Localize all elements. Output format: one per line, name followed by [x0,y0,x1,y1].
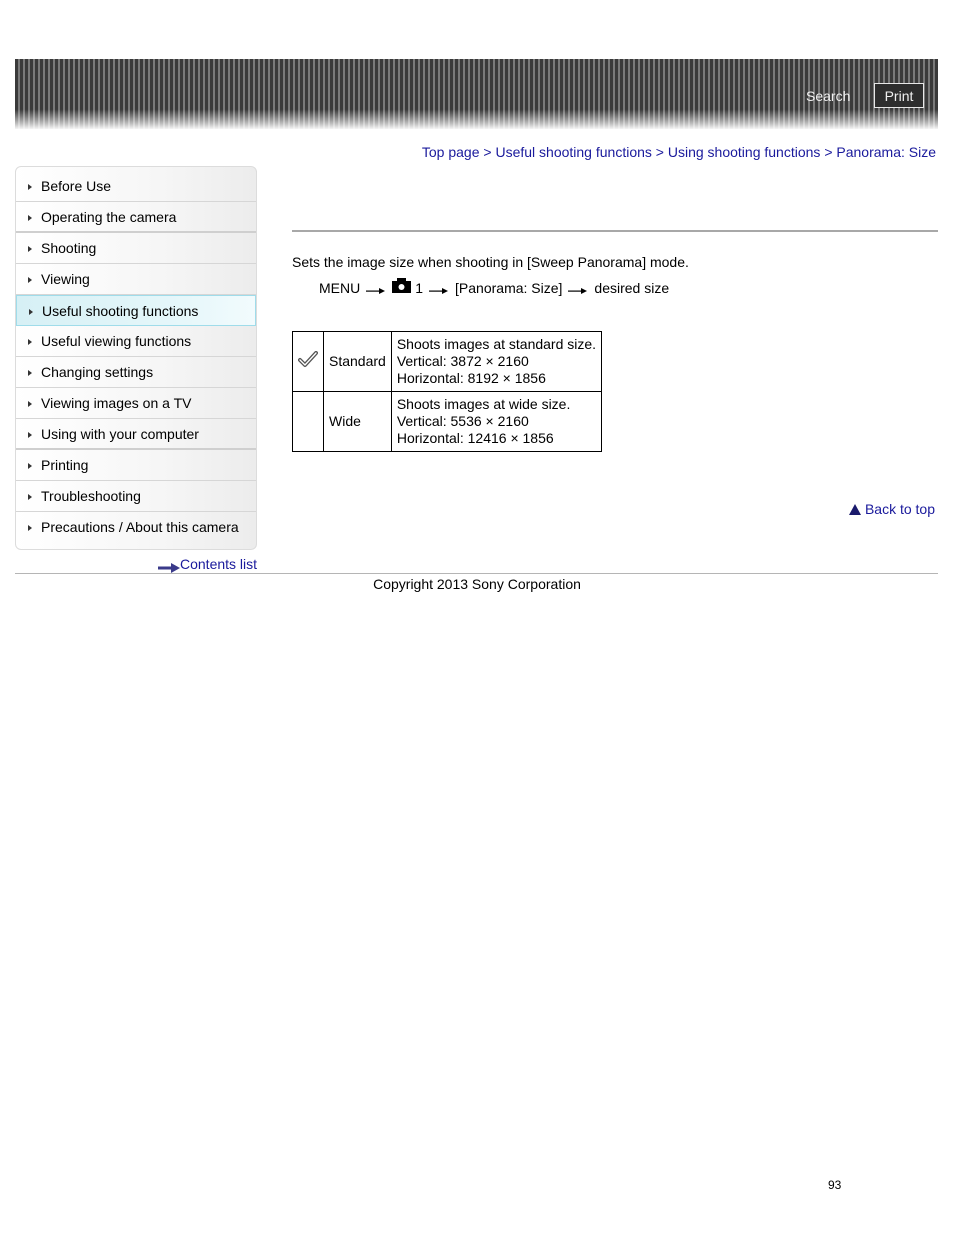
footer-divider [15,573,938,574]
triangle-right-icon [28,339,32,345]
menu-path-final: desired size [594,279,670,296]
menu-path-menu: MENU [319,279,361,296]
back-to-top-label: Back to top [864,501,935,517]
contents-list-link[interactable]: Contents list [158,556,258,574]
sidebar-item-label: Before Use [41,178,112,194]
description-line: Horizontal: 8192 × 1856 [396,370,546,386]
arrow-right-icon [568,283,588,294]
sidebar-item-shooting[interactable]: Shooting [16,233,256,264]
contents-list-label: Contents list [180,556,258,572]
menu-path: MENU 1 [Panorama: Size] desired size [319,278,669,297]
description-line: Shoots images at wide size. [396,396,571,412]
search-link[interactable]: Search [806,88,850,104]
breadcrumb-separator: > [483,144,492,160]
sidebar-item-using-with-your-computer[interactable]: Using with your computer [16,419,256,450]
checkmark-icon [298,350,318,372]
triangle-right-icon [28,277,32,283]
sidebar-item-label: Viewing images on a TV [41,395,192,411]
breadcrumb-using-shooting-functions[interactable]: Using shooting functions [668,144,821,160]
breadcrumb-separator: > [655,144,664,160]
sidebar-item-label: Shooting [41,240,97,256]
triangle-right-icon [28,463,32,469]
menu-path-tab-number: 1 [415,279,424,296]
breadcrumb: Top page > Useful shooting functions > U… [422,144,936,160]
print-button[interactable]: Print [874,83,924,108]
description-line: Shoots images at standard size. [396,336,597,352]
description-line: Vertical: 3872 × 2160 [396,353,529,369]
site-header: Search Print [15,59,938,129]
sidebar-item-label: Troubleshooting [41,488,141,504]
triangle-right-icon [29,309,33,315]
description-line: Vertical: 5536 × 2160 [396,413,529,429]
breadcrumb-separator: > [824,144,833,160]
triangle-right-icon [28,215,32,221]
sidebar-item-troubleshooting[interactable]: Troubleshooting [16,481,256,512]
title-divider [292,230,938,232]
sidebar-item-label: Changing settings [41,364,154,380]
triangle-right-icon [28,184,32,190]
sidebar-item-changing-settings[interactable]: Changing settings [16,357,256,388]
triangle-right-icon [28,432,32,438]
sidebar-item-printing[interactable]: Printing [16,450,256,481]
sidebar-item-label: Useful shooting functions [42,303,199,319]
option-description: Shoots images at standard size. Vertical… [390,331,603,392]
option-name: Wide [323,391,392,452]
sidebar-item-viewing[interactable]: Viewing [16,264,256,295]
breadcrumb-top-page[interactable]: Top page [422,144,480,160]
sidebar-item-viewing-images-on-a-tv[interactable]: Viewing images on a TV [16,388,256,419]
triangle-right-icon [28,525,32,531]
table-row: Standard Shoots images at standard size.… [292,331,603,392]
arrow-right-icon [429,283,449,294]
sidebar-item-label: Viewing [41,271,90,287]
sidebar-item-label: Printing [41,457,89,473]
sidebar-item-useful-viewing-functions[interactable]: Useful viewing functions [16,326,256,357]
default-marker-cell [292,391,324,452]
breadcrumb-useful-shooting-functions[interactable]: Useful shooting functions [495,144,651,160]
sidebar-nav: Before Use Operating the camera Shooting… [15,166,257,550]
panorama-size-table: Standard Shoots images at standard size.… [292,331,603,452]
sidebar-item-operating-the-camera[interactable]: Operating the camera [16,202,256,233]
description-line: Horizontal: 12416 × 1856 [396,430,554,446]
triangle-right-icon [28,494,32,500]
sidebar-item-label: Precautions / About this camera [41,519,239,535]
default-marker-cell [292,331,324,392]
option-description: Shoots images at wide size. Vertical: 55… [390,391,603,452]
copyright: Copyright 2013 Sony Corporation [373,576,581,592]
arrow-right-icon [158,560,180,574]
page-description: Sets the image size when shooting in [Sw… [292,254,689,270]
sidebar-item-label: Operating the camera [41,209,177,225]
page-number: 93 [828,1178,842,1192]
sidebar-item-label: Using with your computer [41,426,199,442]
triangle-up-icon [848,504,861,515]
triangle-right-icon [28,401,32,407]
table-row: Wide Shoots images at wide size. Vertica… [292,391,603,452]
arrow-right-icon [366,283,386,294]
triangle-right-icon [28,370,32,376]
sidebar-item-label: Useful viewing functions [41,333,192,349]
breadcrumb-current-page[interactable]: Panorama: Size [836,144,936,160]
triangle-right-icon [28,246,32,252]
back-to-top-link[interactable]: Back to top [848,501,935,517]
menu-path-item: [Panorama: Size] [455,279,563,296]
sidebar-item-before-use[interactable]: Before Use [16,171,256,202]
option-name: Standard [323,331,392,392]
sidebar-item-useful-shooting-functions[interactable]: Useful shooting functions [16,295,256,326]
camera-icon [392,278,412,293]
sidebar-item-precautions-about-this-camera[interactable]: Precautions / About this camera [16,512,256,543]
